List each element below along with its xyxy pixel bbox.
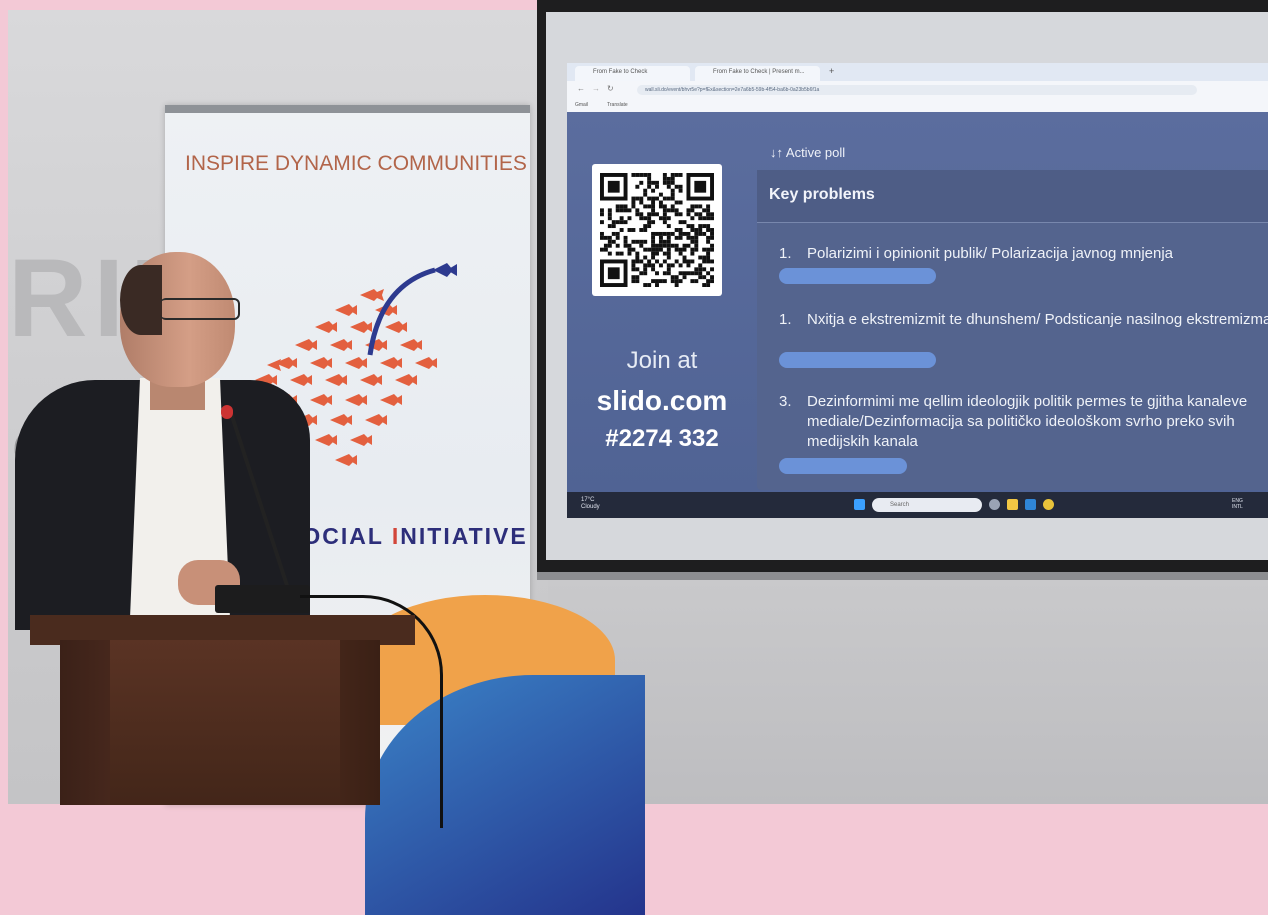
poll-result-bar [779, 458, 907, 474]
chrome-icon[interactable] [1043, 499, 1054, 510]
task-view-icon[interactable] [989, 499, 1000, 510]
poll-header: Key problems [757, 170, 1268, 223]
start-icon[interactable] [854, 499, 865, 510]
language-indicator[interactable]: ENG INTL [1232, 498, 1243, 510]
red-fish-icon [290, 374, 312, 386]
podium-front-panel [110, 640, 340, 805]
speaker-glasses [160, 298, 240, 320]
red-fish-icon [365, 414, 387, 426]
slido-site: slido.com [596, 385, 728, 416]
red-fish-icon [360, 374, 382, 386]
red-fish-icon [330, 339, 352, 351]
red-fish-icon [395, 374, 417, 386]
red-fish-icon [415, 357, 437, 369]
red-fish-icon [385, 321, 407, 333]
poll-card: Key problems 1. Polarizimi i opinionit pu… [757, 170, 1268, 490]
qr-code-pattern [600, 173, 714, 287]
red-fish-icon [345, 357, 367, 369]
browser-tab-bar: From Fake to Check From Fake to Check | … [567, 63, 1268, 81]
url-field[interactable]: wall.sli.do/event/bhvr5e?p=fEx&section=2… [637, 85, 1197, 95]
wall-lower-right [548, 580, 1268, 804]
red-fish-icon [310, 357, 332, 369]
microphone-icon [221, 405, 233, 419]
edge-icon[interactable] [1025, 499, 1036, 510]
red-fish-icon [360, 289, 382, 301]
poll-result-bar [779, 352, 936, 368]
back-icon[interactable]: ← [577, 84, 585, 93]
active-poll-label: ↓↑ Active poll [770, 145, 846, 160]
red-fish-icon [325, 374, 347, 386]
red-fish-icon [295, 339, 317, 351]
poll-title: Key problems [769, 186, 875, 203]
file-explorer-icon[interactable] [1007, 499, 1018, 510]
red-fish-icon [310, 394, 332, 406]
red-fish-icon [365, 339, 387, 351]
poll-result-bar [779, 268, 936, 284]
forward-icon[interactable]: → [592, 84, 600, 93]
banner-tagline: SOCIAL INITIATIVE [285, 523, 528, 549]
red-fish-icon [335, 304, 357, 316]
address-bar-row: ← → ↻ wall.sli.do/event/bhvr5e?p=fEx&sec… [567, 81, 1268, 99]
reload-icon[interactable]: ↻ [607, 84, 614, 93]
red-fish-icon [350, 434, 372, 446]
browser-window: From Fake to Check From Fake to Check | … [567, 63, 1268, 518]
weather-widget[interactable]: 17°C Cloudy [581, 497, 600, 511]
red-fish-icon [315, 434, 337, 446]
new-tab-icon[interactable]: + [829, 66, 834, 76]
red-fish-icon [400, 339, 422, 351]
red-fish-icon [380, 357, 402, 369]
event-code: #2274 332 [605, 425, 719, 452]
red-fish-icon [330, 414, 352, 426]
microphone-base [215, 585, 310, 613]
screen-bottom-edge [537, 572, 1268, 580]
join-info: Join at slido.com #2274 332 [577, 347, 747, 453]
browser-tab[interactable]: From Fake to Check [575, 66, 690, 81]
red-fish-icon [345, 394, 367, 406]
taskbar-search[interactable]: Search [872, 498, 982, 512]
browser-tab-active[interactable]: From Fake to Check | Present m... [695, 66, 820, 81]
red-fish-icon [315, 321, 337, 333]
red-fish-icon [335, 454, 357, 466]
red-fish-icon [380, 394, 402, 406]
speaker-hair [120, 265, 162, 335]
windows-taskbar: 17°C Cloudy Search ENG INTL [567, 492, 1268, 518]
slido-poll-slide: Join at slido.com #2274 332 ↓↑ Active po… [567, 112, 1268, 492]
join-at-label: Join at [626, 347, 698, 374]
blue-fish-icon [433, 263, 457, 277]
bookmarks-bar: Gmail Translate [567, 99, 1268, 112]
red-fish-icon [350, 321, 372, 333]
bookmark-translate[interactable]: Translate [607, 102, 628, 108]
bookmark-gmail[interactable]: Gmail [575, 102, 588, 108]
qr-code [592, 164, 722, 296]
